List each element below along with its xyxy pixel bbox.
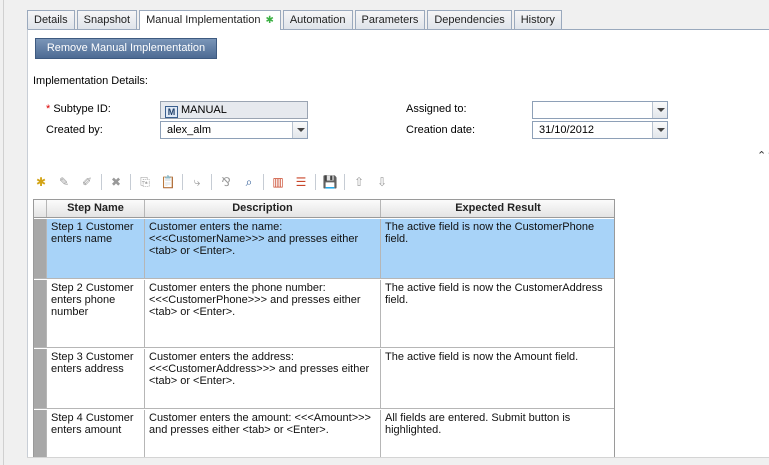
row-selector[interactable]	[34, 349, 47, 408]
chevron-down-icon[interactable]	[292, 122, 307, 138]
column-header-step-name[interactable]: Step Name	[47, 200, 145, 217]
subtype-id-label-text: Subtype ID:	[53, 103, 111, 115]
expected-result-cell[interactable]: The active field is now the Amount field…	[381, 349, 614, 408]
tab-label: Manual Implementation	[146, 14, 261, 26]
tab-details[interactable]: Details	[27, 10, 75, 29]
tab-label: Dependencies	[434, 14, 505, 26]
step-name-cell[interactable]: Step 2 Customer enters phone number	[47, 280, 145, 347]
tab-parameters[interactable]: Parameters	[354, 10, 426, 29]
tab-dependencies[interactable]: Dependencies	[427, 10, 512, 29]
description-cell[interactable]: Customer enters the phone number: <<<Cus…	[145, 280, 381, 347]
tab-history[interactable]: History	[513, 10, 562, 29]
column-header-expected-result[interactable]: Expected Result	[381, 200, 614, 217]
toolbar-separator	[263, 174, 264, 190]
move-down-icon[interactable]: ⇩	[372, 172, 392, 192]
parameter-icon[interactable]: ⅋	[216, 172, 236, 192]
chevron-down-icon[interactable]	[652, 102, 667, 118]
creation-date-picker[interactable]: 31/10/2012	[532, 121, 668, 139]
tab-label: Parameters	[361, 14, 419, 26]
toolbar-separator	[211, 174, 212, 190]
creation-date-value: 31/10/2012	[539, 124, 595, 136]
tab-label: History	[520, 14, 555, 26]
columns-icon[interactable]: ▥	[268, 172, 288, 192]
new-step-icon[interactable]: ✱	[31, 172, 51, 192]
subtype-id-value: MANUAL	[181, 104, 227, 116]
required-mark: *	[46, 103, 51, 115]
horizontal-scrollbar[interactable]	[27, 457, 769, 465]
renumber-icon[interactable]: ☰	[291, 172, 311, 192]
tab-label: Details	[34, 14, 68, 26]
created-by-label: Created by:	[46, 124, 103, 136]
copy-icon[interactable]: ⎘	[135, 172, 155, 192]
edit-step-icon[interactable]: ✎	[54, 172, 74, 192]
subtype-id-field: M MANUAL	[160, 101, 308, 119]
description-cell[interactable]: Customer enters the address: <<<Customer…	[145, 349, 381, 408]
row-selector-header	[34, 200, 47, 217]
toolbar-separator	[315, 174, 316, 190]
expected-result-cell[interactable]: The active field is now the CustomerPhon…	[381, 219, 614, 278]
created-by-select[interactable]: alex_alm	[160, 121, 308, 139]
creation-date-label: Creation date:	[406, 124, 476, 136]
chevron-down-icon[interactable]	[652, 122, 667, 138]
remove-manual-implementation-button[interactable]: Remove Manual Implementation	[35, 38, 217, 59]
table-row[interactable]: Step 4 Customer enters amount Customer e…	[34, 410, 614, 460]
section-title: Implementation Details:	[33, 75, 148, 87]
created-by-value: alex_alm	[167, 124, 212, 136]
toolbar-separator	[344, 174, 345, 190]
table-row[interactable]: Step 1 Customer enters name Customer ent…	[34, 219, 614, 279]
step-name-cell[interactable]: Step 4 Customer enters amount	[47, 410, 145, 460]
column-header-description[interactable]: Description	[145, 200, 381, 217]
tab-manual-implementation[interactable]: Manual Implementation ✱	[139, 10, 281, 30]
paste-icon[interactable]: 📋	[158, 172, 178, 192]
assigned-to-select[interactable]	[532, 101, 668, 119]
tab-label: Automation	[289, 14, 346, 26]
steps-toolbar: ✱ ✎ ✐ ✖ ⎘ 📋 ⤷ ⅋ ⌕ ▥ ☰ 💾 ⇧ ⇩	[31, 171, 395, 193]
collapse-details-icon[interactable]: ⌃⌃	[757, 149, 769, 162]
assigned-to-label: Assigned to:	[406, 103, 467, 115]
table-row[interactable]: Step 2 Customer enters phone number Cust…	[34, 280, 614, 348]
toolbar-separator	[182, 174, 183, 190]
table-row[interactable]: Step 3 Customer enters address Customer …	[34, 349, 614, 409]
row-selector[interactable]	[34, 410, 47, 460]
step-name-cell[interactable]: Step 1 Customer enters name	[47, 219, 145, 278]
manual-subtype-icon: M	[165, 106, 178, 118]
move-up-icon[interactable]: ⇧	[349, 172, 369, 192]
delete-step-icon[interactable]: ✖	[106, 172, 126, 192]
description-cell[interactable]: Customer enters the amount: <<<Amount>>>…	[145, 410, 381, 460]
edit-all-icon[interactable]: ✐	[77, 172, 97, 192]
expected-result-cell[interactable]: All fields are entered. Submit button is…	[381, 410, 614, 460]
steps-grid: Step Name Description Expected Result St…	[33, 199, 615, 461]
step-name-cell[interactable]: Step 3 Customer enters address	[47, 349, 145, 408]
tab-bar: Details Snapshot Manual Implementation ✱ …	[27, 9, 564, 30]
subtype-id-label: * Subtype ID:	[46, 103, 111, 115]
grid-header: Step Name Description Expected Result	[34, 200, 614, 218]
call-test-icon[interactable]: ⤷	[187, 172, 207, 192]
toolbar-separator	[101, 174, 102, 190]
modified-mark-icon: ✱	[265, 15, 274, 26]
tab-automation[interactable]: Automation	[282, 10, 353, 29]
find-icon[interactable]: ⌕	[239, 172, 259, 192]
tab-snapshot[interactable]: Snapshot	[76, 10, 138, 29]
tab-label: Snapshot	[83, 14, 131, 26]
toolbar-separator	[130, 174, 131, 190]
description-cell[interactable]: Customer enters the name: <<<CustomerNam…	[145, 219, 381, 278]
row-selector[interactable]	[34, 219, 47, 278]
row-selector[interactable]	[34, 280, 47, 347]
save-icon[interactable]: 💾	[320, 172, 340, 192]
expected-result-cell[interactable]: The active field is now the CustomerAddr…	[381, 280, 614, 347]
